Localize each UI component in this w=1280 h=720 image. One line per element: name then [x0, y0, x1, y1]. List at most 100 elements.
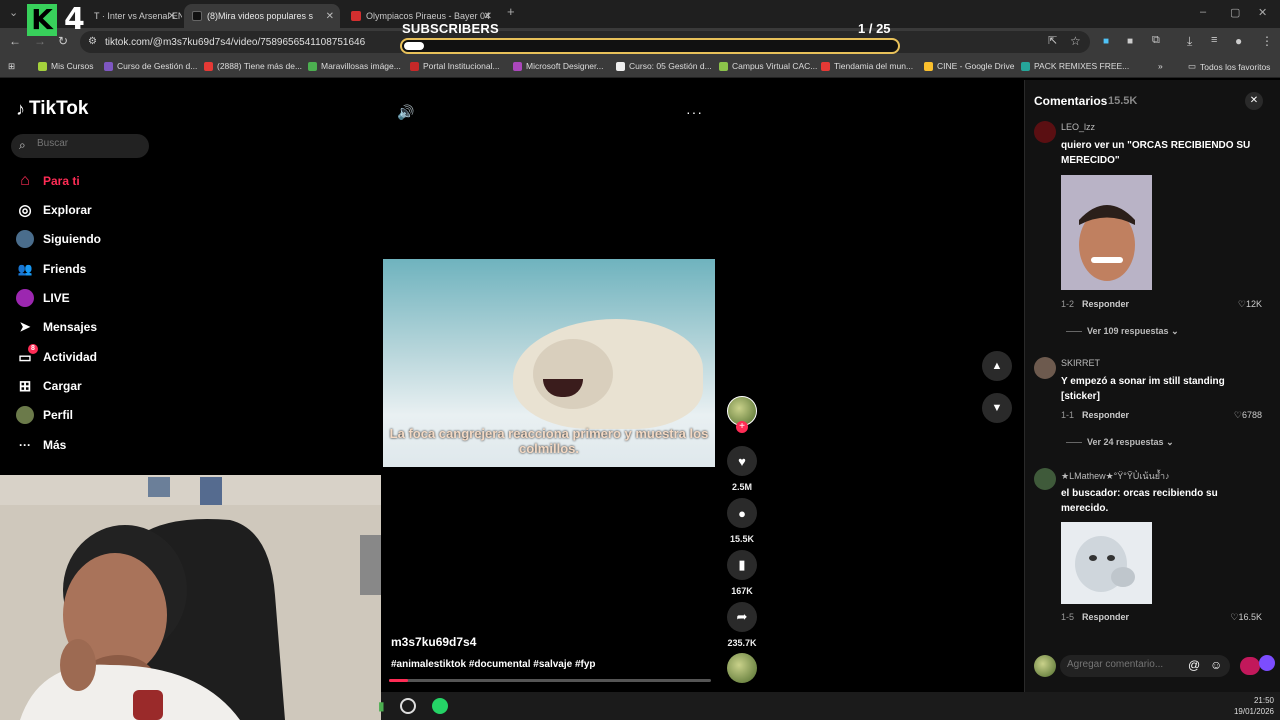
bookmark-item[interactable]: PACK REMIXES FREE...	[1021, 61, 1129, 71]
close-comments-icon[interactable]: ✕	[1245, 92, 1263, 110]
extensions-puzzle-icon[interactable]: ⧉	[1152, 34, 1160, 47]
media-control-icon[interactable]: ≡	[1211, 34, 1217, 46]
comment-text: quiero ver un "ORCAS RECIBIENDO SU MEREC…	[1061, 140, 1251, 166]
close-tab-icon[interactable]: ✕	[484, 11, 492, 22]
comment-username[interactable]: SKIRRET	[1061, 358, 1100, 368]
video-player[interactable]: La foca cangrejera reacciona primero y m…	[383, 259, 715, 467]
more-bookmarks-icon[interactable]: »	[1158, 61, 1163, 71]
system-clock[interactable]: 21:50 19/01/2026	[1232, 695, 1274, 717]
video-hashtags[interactable]: #animalestiktok #documental #salvaje #fy…	[391, 659, 596, 670]
reply-link[interactable]: Responder	[1082, 299, 1129, 309]
install-app-icon[interactable]: ⇱	[1048, 34, 1057, 47]
bookmark-item[interactable]: Microsoft Designer...	[513, 61, 603, 71]
nav-item-cargar[interactable]: ⊞ Cargar	[16, 377, 82, 395]
bookmark-label: Maravillosas imáge...	[321, 61, 401, 71]
apps-grid-icon[interactable]: ⊞	[8, 61, 15, 72]
nav-item-explorar[interactable]: ◎ Explorar	[16, 201, 91, 219]
tiktok-logo[interactable]: ♪ TikTok	[16, 98, 88, 120]
nav-item-perfil[interactable]: ● Perfil	[16, 406, 73, 424]
profile-avatar-icon: ●	[16, 406, 34, 424]
nav-item-actividad[interactable]: ▭ Actividad 8	[16, 344, 97, 366]
search-input[interactable]	[37, 138, 142, 149]
reply-link[interactable]: Responder	[1082, 410, 1129, 420]
menu-kebab-icon[interactable]: ⋮	[1261, 34, 1273, 48]
whatsapp-icon[interactable]	[432, 698, 448, 714]
next-video-button[interactable]: ▼	[982, 393, 1012, 423]
comment-username[interactable]: LEO_lzz	[1061, 122, 1095, 132]
bookmark-item[interactable]: (2888) Tiene más de...	[204, 61, 302, 71]
taskbar-app-icon[interactable]: ▮	[378, 699, 385, 713]
profile-icon[interactable]: ●	[1235, 34, 1242, 48]
streamer-logo-number: 4	[64, 2, 85, 37]
bookmark-item[interactable]: Campus Virtual CAC...	[719, 61, 817, 71]
music-disc-avatar[interactable]	[727, 653, 757, 683]
comment-like[interactable]: ♡16.5K	[1222, 612, 1262, 623]
volume-icon[interactable]: 🔊	[397, 104, 414, 121]
bookmark-item[interactable]: Curso de Gestión d...	[104, 61, 197, 71]
taskbar	[381, 692, 1280, 720]
video-progress-bar[interactable]	[389, 679, 711, 682]
webcam-image	[0, 475, 381, 720]
comment-avatar[interactable]	[1034, 468, 1056, 490]
nav-item-para-ti[interactable]: ⌂ Para ti	[16, 172, 80, 190]
extension-icon[interactable]: ■	[1127, 36, 1133, 47]
view-replies-label: Ver 109 respuestas	[1087, 326, 1169, 336]
nav-item-friends[interactable]: 👥 Friends	[16, 260, 87, 278]
minimize-icon[interactable]: –	[1200, 6, 1206, 18]
comment-input-box[interactable]: @ ☺	[1060, 655, 1230, 677]
nav-item-más[interactable]: ··· Más	[16, 436, 66, 454]
new-tab-icon[interactable]: +	[507, 4, 515, 19]
like-button[interactable]: ♥	[727, 446, 757, 476]
comment-button[interactable]: ●	[727, 498, 757, 528]
comment-avatar[interactable]	[1034, 121, 1056, 143]
bookmark-favicon-icon	[1021, 61, 1030, 71]
bookmark-item[interactable]: CINE - Google Drive	[924, 61, 1014, 71]
nav-item-mensajes[interactable]: ➤ Mensajes	[16, 318, 97, 336]
nav-item-live[interactable]: ● LIVE	[16, 289, 70, 307]
bookmark-item[interactable]: Portal Institucional...	[410, 61, 500, 71]
all-favorites-label: Todos los favoritos	[1200, 61, 1271, 72]
clock-date: 19/01/2026	[1233, 707, 1274, 716]
previous-video-button[interactable]: ▲	[982, 351, 1012, 381]
forward-icon[interactable]: →	[34, 34, 46, 48]
video-author[interactable]: m3s7ku69d7s4	[391, 635, 476, 649]
tab-tiktok[interactable]: (8)Mira videos populares s ✕	[184, 4, 340, 28]
view-replies-link[interactable]: Ver 109 respuestas ⌄	[1066, 326, 1179, 337]
tab-search-icon[interactable]: ⌄	[9, 6, 18, 19]
site-info-icon[interactable]: ⚙	[88, 36, 97, 47]
bookmark-item[interactable]: Tiendamia del mun...	[821, 61, 913, 71]
nav-item-siguiendo[interactable]: ● Siguiendo	[16, 230, 101, 248]
comment-username[interactable]: ★LMathew★°Ÿ°ỸỦเน้นย้ำ♪	[1061, 469, 1170, 483]
close-tab-icon[interactable]: ✕	[168, 11, 176, 22]
more-options-icon[interactable]: ···	[686, 104, 703, 120]
close-tab-icon[interactable]: ✕	[326, 11, 334, 22]
extension-icon[interactable]: ■	[1103, 36, 1109, 47]
comment-like[interactable]: ♡6788	[1222, 410, 1262, 421]
search-box[interactable]: ⌕	[11, 134, 149, 158]
bookmark-item[interactable]: Mis Cursos	[38, 61, 94, 71]
share-button[interactable]: ➦	[727, 602, 757, 632]
post-comment-button[interactable]	[1240, 657, 1260, 675]
send-icon: ➤	[19, 319, 31, 334]
save-button[interactable]: ▮	[727, 550, 757, 580]
bookmark-item[interactable]: Maravillosas imáge...	[308, 61, 401, 71]
close-window-icon[interactable]: ✕	[1258, 6, 1267, 19]
bookmark-label: Portal Institucional...	[423, 61, 500, 71]
mention-icon[interactable]: @	[1188, 658, 1200, 672]
view-replies-link[interactable]: Ver 24 respuestas ⌄	[1066, 437, 1174, 448]
comment-input[interactable]	[1067, 659, 1182, 670]
back-icon[interactable]: ←	[9, 34, 21, 48]
emoji-icon[interactable]: ☺	[1210, 658, 1222, 672]
maximize-icon[interactable]: ▢	[1230, 6, 1240, 19]
comment-like[interactable]: ♡12K	[1222, 299, 1262, 310]
bookmark-item[interactable]: Curso: 05 Gestión d...	[616, 61, 712, 71]
comment-avatar[interactable]	[1034, 357, 1056, 379]
assistant-icon[interactable]	[1259, 655, 1275, 671]
bookmark-star-icon[interactable]: ☆	[1070, 34, 1081, 48]
url-text[interactable]: tiktok.com/@m3s7ku69d7s4/video/758965654…	[105, 37, 365, 48]
follow-plus-icon[interactable]: +	[736, 421, 748, 433]
taskbar-record-icon[interactable]	[400, 698, 416, 714]
all-favorites-link[interactable]: ▭ Todos los favoritos	[1188, 61, 1270, 72]
reply-link[interactable]: Responder	[1082, 612, 1129, 622]
download-icon[interactable]: ⤓	[1187, 34, 1192, 49]
